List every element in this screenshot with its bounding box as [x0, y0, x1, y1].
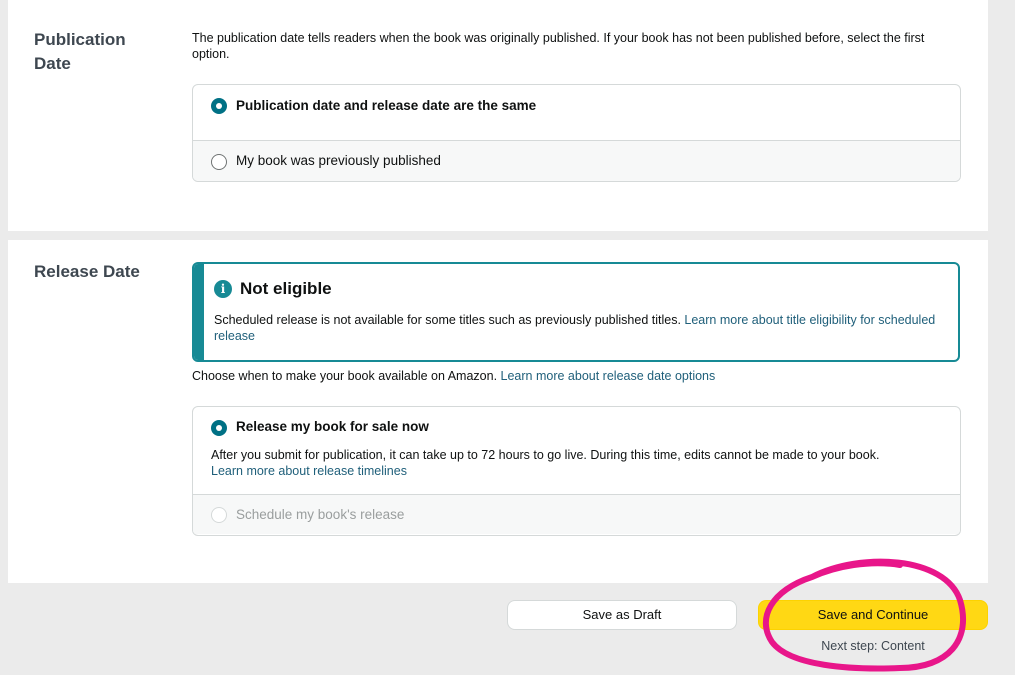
publication-date-options: Publication date and release date are th…	[192, 84, 961, 182]
alert-title: Not eligible	[240, 279, 332, 298]
alert-body: Scheduled release is not available for s…	[214, 312, 939, 344]
option-schedule-release-label: Schedule my book's release	[236, 507, 405, 522]
radio-selected[interactable]	[211, 420, 227, 436]
info-icon: i	[214, 280, 232, 298]
release-date-intro-text: Choose when to make your book available …	[192, 369, 501, 383]
next-step-label: Next step: Content	[821, 639, 925, 653]
publication-date-title: Publication Date	[34, 30, 126, 73]
option-release-now-description: After you submit for publication, it can…	[211, 447, 951, 479]
release-date-intro: Choose when to make your book available …	[192, 368, 962, 384]
alert-body-text: Scheduled release is not available for s…	[214, 313, 685, 327]
option-release-now[interactable]: Release my book for sale now After you s…	[193, 407, 960, 494]
option-previously-published[interactable]: My book was previously published	[193, 140, 960, 181]
release-date-options-link[interactable]: Learn more about release date options	[501, 369, 716, 383]
save-and-continue-button[interactable]: Save and Continue	[758, 600, 988, 630]
release-date-title: Release Date	[34, 262, 140, 281]
radio-selected[interactable]	[211, 98, 227, 114]
alert-accent-bar	[194, 264, 204, 360]
release-date-section: Release Date i Not eligible Scheduled re…	[8, 240, 988, 583]
radio-disabled	[211, 507, 227, 523]
option-previously-published-label: My book was previously published	[236, 153, 441, 168]
option-schedule-release: Schedule my book's release	[193, 494, 960, 534]
publication-date-description: The publication date tells readers when …	[192, 31, 925, 61]
release-now-description-text: After you submit for publication, it can…	[211, 448, 880, 462]
not-eligible-alert: i Not eligible Scheduled release is not …	[192, 262, 960, 362]
option-same-date[interactable]: Publication date and release date are th…	[193, 85, 960, 140]
radio-unselected[interactable]	[211, 154, 227, 170]
save-as-draft-button[interactable]: Save as Draft	[507, 600, 737, 630]
publication-date-section: Publication Date The publication date te…	[8, 0, 988, 231]
option-same-date-label: Publication date and release date are th…	[236, 98, 537, 113]
option-release-now-label: Release my book for sale now	[236, 419, 429, 434]
release-timelines-link[interactable]: Learn more about release timelines	[211, 464, 407, 478]
release-date-options: Release my book for sale now After you s…	[192, 406, 961, 536]
